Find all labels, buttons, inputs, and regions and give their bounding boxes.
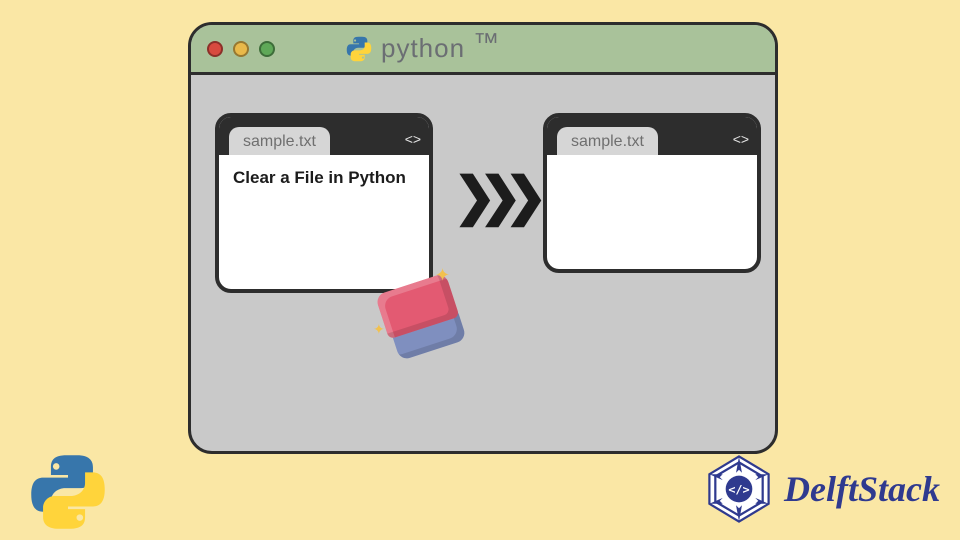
brand-name: DelftStack [784,468,940,510]
file-tabbar: sample.txt < > [219,117,429,155]
sparkle-icon: ✦ [373,321,385,338]
chevron-right-icon: ❯❯❯ [453,167,530,227]
python-logo-icon [345,35,373,63]
file-tab-label: sample.txt [571,133,644,150]
app-window: python ™ sample.txt < > Clear a File in … [188,22,778,454]
file-card-after: sample.txt < > [543,113,761,273]
minimize-dot[interactable] [233,41,249,57]
code-brackets-icon: < > [733,131,747,155]
python-label: python ™ [345,33,500,64]
file-tabbar: sample.txt < > [547,117,757,155]
file-tab-label: sample.txt [243,133,316,150]
delftstack-logo-icon: </> [702,452,776,526]
code-brackets-icon: < > [405,131,419,155]
traffic-lights [207,41,275,57]
window-content: sample.txt < > Clear a File in Python ✦ … [191,75,775,451]
file-content [547,155,757,179]
sparkle-icon: ✦ [435,265,450,286]
maximize-dot[interactable] [259,41,275,57]
arrow-flow-icon: ❯❯❯ [453,167,530,227]
file-card-before: sample.txt < > Clear a File in Python [215,113,433,293]
file-content: Clear a File in Python [219,155,429,202]
svg-text:</>: </> [728,482,749,496]
file-tab[interactable]: sample.txt [229,127,330,155]
python-text: python [381,33,465,64]
eraser-icon [369,263,482,376]
file-tab[interactable]: sample.txt [557,127,658,155]
trademark-symbol: ™ [473,27,500,58]
brand-footer: </> DelftStack [702,452,940,526]
window-titlebar: python ™ [191,25,775,75]
close-dot[interactable] [207,41,223,57]
python-logo-icon [26,450,110,534]
